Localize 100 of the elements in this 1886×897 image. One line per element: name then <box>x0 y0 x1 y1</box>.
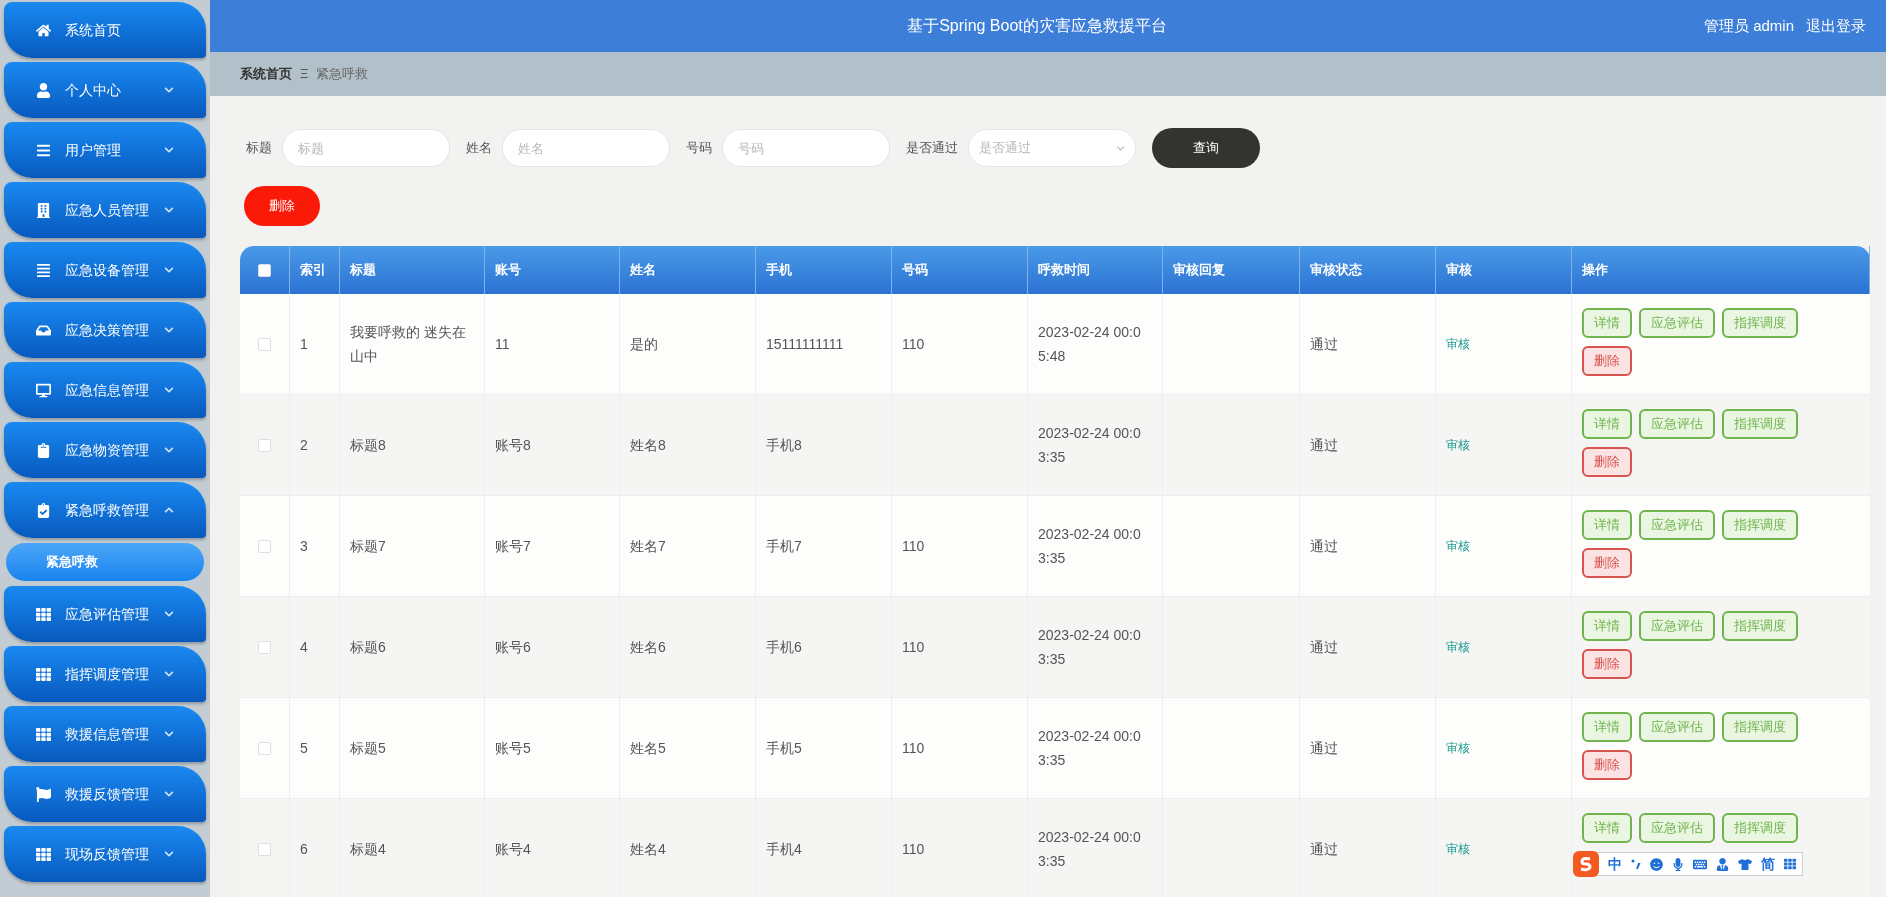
bulk-delete-button[interactable]: 删除 <box>244 186 320 226</box>
review-link[interactable]: 审核 <box>1446 739 1470 757</box>
sidebar-item[interactable]: 救援信息管理 <box>4 706 206 762</box>
sidebar-item[interactable]: 系统首页 <box>4 2 206 58</box>
delete-button[interactable]: 删除 <box>1582 346 1632 376</box>
script-mode[interactable]: 简 <box>1761 853 1775 875</box>
action-button[interactable]: 详情 <box>1582 308 1632 338</box>
review-link[interactable]: 审核 <box>1446 840 1470 858</box>
checkbox[interactable] <box>258 337 271 351</box>
chevron-down-icon <box>164 789 174 799</box>
punctuation-icon[interactable] <box>1631 858 1641 870</box>
action-button[interactable]: 应急评估 <box>1639 409 1715 439</box>
review-link[interactable]: 审核 <box>1446 335 1470 353</box>
query-button[interactable]: 查询 <box>1152 128 1260 168</box>
person-icon[interactable] <box>1716 857 1729 871</box>
building-icon <box>36 202 51 218</box>
checkbox[interactable] <box>258 263 271 277</box>
action-button[interactable]: 指挥调度 <box>1722 510 1798 540</box>
table-cell-text: 通过 <box>1310 739 1338 758</box>
checkbox[interactable] <box>258 640 271 654</box>
table-cell-text: 账号8 <box>495 436 531 455</box>
action-button[interactable]: 应急评估 <box>1639 510 1715 540</box>
tshirt-icon[interactable] <box>1738 857 1752 871</box>
delete-button[interactable]: 删除 <box>1582 649 1632 679</box>
checkbox[interactable] <box>258 438 271 452</box>
review-link[interactable]: 审核 <box>1446 638 1470 656</box>
checkbox[interactable] <box>258 539 271 553</box>
action-button[interactable]: 详情 <box>1582 510 1632 540</box>
search-field[interactable]: 号码 <box>722 129 890 167</box>
search-field[interactable]: 标题 <box>282 129 450 167</box>
sidebar-item[interactable]: 应急人员管理 <box>4 182 206 238</box>
sidebar-item[interactable]: 应急评估管理 <box>4 586 206 642</box>
table-cell-text: 手机6 <box>766 638 802 657</box>
status-select[interactable]: 是否通过 <box>968 129 1136 167</box>
grid-icon[interactable] <box>1784 858 1796 870</box>
chevron-down-icon <box>164 445 174 455</box>
microphone-icon[interactable] <box>1672 857 1684 871</box>
table-cell-text: 3 <box>300 537 308 556</box>
table-cell-text: 15111111111 <box>766 335 844 354</box>
breadcrumb-item[interactable]: 紧急呼救 <box>316 64 369 84</box>
search-field[interactable]: 姓名 <box>502 129 670 167</box>
logout-link[interactable]: 退出登录 <box>1806 14 1866 38</box>
action-button[interactable]: 详情 <box>1582 611 1632 641</box>
input-mode[interactable]: 中 <box>1608 853 1622 875</box>
grid-icon <box>36 726 51 742</box>
breadcrumb-separator: Ξ <box>300 65 309 84</box>
action-button[interactable]: 应急评估 <box>1639 813 1715 843</box>
review-link[interactable]: 审核 <box>1446 537 1470 555</box>
delete-button[interactable]: 删除 <box>1582 548 1632 578</box>
action-button[interactable]: 详情 <box>1582 712 1632 742</box>
action-button[interactable]: 指挥调度 <box>1722 813 1798 843</box>
grid-icon <box>36 606 51 622</box>
table-cell-text: 通过 <box>1310 436 1338 455</box>
delete-button[interactable]: 删除 <box>1582 750 1632 780</box>
sidebar-item[interactable]: 个人中心 <box>4 62 206 118</box>
action-button[interactable]: 应急评估 <box>1639 308 1715 338</box>
table-cell-text: 11 <box>495 335 510 354</box>
monitor-icon <box>36 382 51 398</box>
action-button[interactable]: 应急评估 <box>1639 611 1715 641</box>
table-cell-text: 姓名5 <box>630 739 666 758</box>
emoji-icon[interactable] <box>1650 857 1663 871</box>
keyboard-icon[interactable] <box>1693 857 1707 871</box>
sidebar-item[interactable]: 应急设备管理 <box>4 242 206 298</box>
table-cell-text: 6 <box>300 840 308 859</box>
action-button[interactable]: 应急评估 <box>1639 712 1715 742</box>
action-button[interactable]: 指挥调度 <box>1722 611 1798 641</box>
checkbox[interactable] <box>258 741 271 755</box>
lines-icon <box>36 262 51 278</box>
sidebar-item[interactable]: 用户管理 <box>4 122 206 178</box>
chevron-down-icon <box>164 669 174 679</box>
chevron-down-icon <box>164 265 174 275</box>
chevron-down-icon <box>164 385 174 395</box>
delete-button[interactable]: 删除 <box>1582 447 1632 477</box>
table-cell-text: 标题5 <box>350 739 386 758</box>
sidebar-item[interactable]: 紧急呼救管理 <box>4 482 206 538</box>
table-cell-text: 110 <box>902 335 925 354</box>
sidebar-item[interactable]: 指挥调度管理 <box>4 646 206 702</box>
sidebar-item[interactable]: 应急决策管理 <box>4 302 206 358</box>
submenu-item[interactable]: 紧急呼救 <box>6 543 204 581</box>
table-cell-text: 账号7 <box>495 537 531 556</box>
action-button[interactable]: 详情 <box>1582 409 1632 439</box>
clipboard-icon <box>36 442 51 458</box>
sidebar-item[interactable]: 救援反馈管理 <box>4 766 206 822</box>
table-cell-text: 账号6 <box>495 638 531 657</box>
action-button[interactable]: 指挥调度 <box>1722 712 1798 742</box>
action-button[interactable]: 指挥调度 <box>1722 308 1798 338</box>
table-cell-text: 是的 <box>630 335 658 354</box>
user-label: 管理员 admin <box>1703 15 1794 36</box>
action-button[interactable]: 指挥调度 <box>1722 409 1798 439</box>
checkbox[interactable] <box>258 842 271 856</box>
table-cell-text: 110 <box>902 638 925 657</box>
review-link[interactable]: 审核 <box>1446 436 1470 454</box>
chevron-down-icon <box>164 849 174 859</box>
grid-icon <box>36 846 51 862</box>
action-button[interactable]: 详情 <box>1582 813 1632 843</box>
sidebar-item[interactable]: 现场反馈管理 <box>4 826 206 882</box>
breadcrumb-item[interactable]: 系统首页 <box>240 64 292 84</box>
sidebar-item[interactable]: 应急信息管理 <box>4 362 206 418</box>
sidebar-item[interactable]: 应急物资管理 <box>4 422 206 478</box>
table-cell-text: 姓名4 <box>630 840 666 859</box>
